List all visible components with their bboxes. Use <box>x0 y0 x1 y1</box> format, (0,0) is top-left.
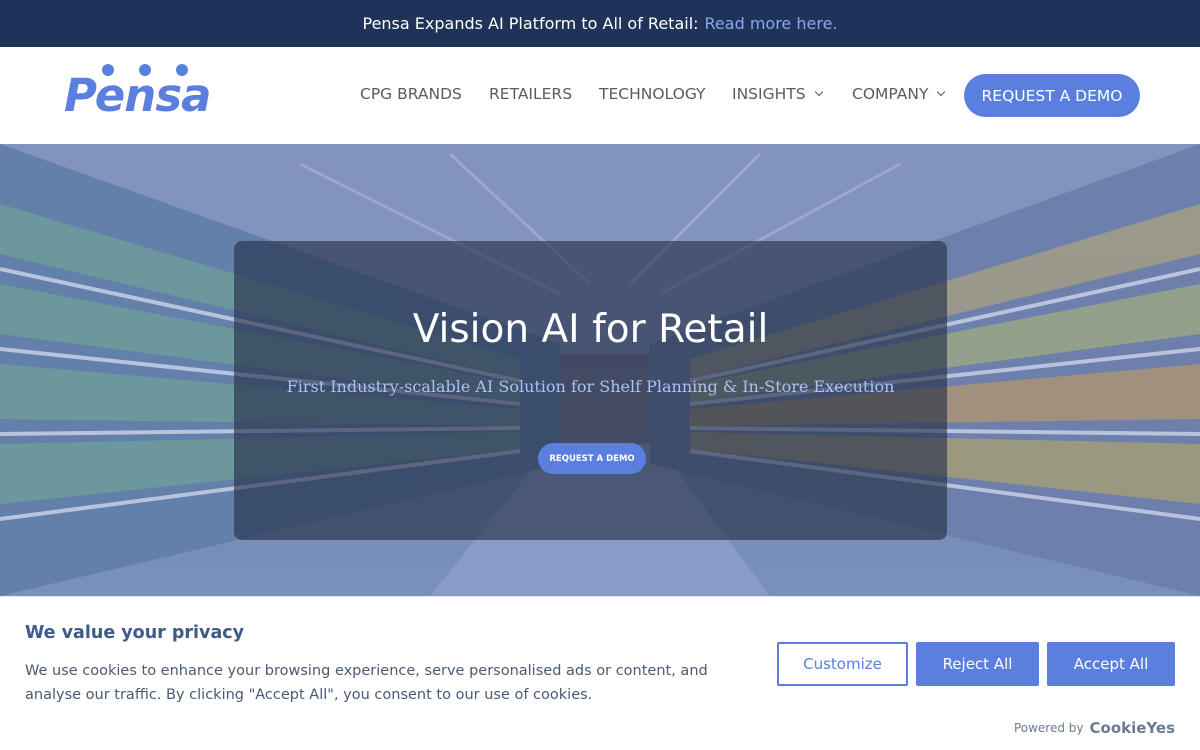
announcement-link[interactable]: Read more here. <box>705 14 838 33</box>
cookie-banner: We value your privacy We use cookies to … <box>0 596 1200 750</box>
announcement-bar: Pensa Expands AI Platform to All of Reta… <box>0 0 1200 47</box>
request-demo-button[interactable]: REQUEST A DEMO <box>964 74 1140 117</box>
chevron-down-icon <box>937 87 946 97</box>
nav-cpg-brands[interactable]: CPG BRANDS <box>360 85 462 103</box>
nav-label: INSIGHTS <box>732 85 806 103</box>
logo-wordmark: Pensa <box>64 69 211 122</box>
chevron-down-icon <box>814 87 823 97</box>
hero-subtitle: First Industry-scalable AI Solution for … <box>286 377 895 396</box>
cookie-title: We value your privacy <box>25 623 245 643</box>
nav-retailers[interactable]: RETAILERS <box>489 85 572 103</box>
cookie-text: We use cookies to enhance your browsing … <box>25 663 708 703</box>
announcement-text: Pensa Expands AI Platform to All of Reta… <box>362 14 699 33</box>
powered-by: Powered by CookieYes <box>1014 719 1175 737</box>
cookieyes-logo[interactable]: CookieYes <box>1090 719 1176 737</box>
site-header: Pensa CPG BRANDS RETAILERS TECHNOLOGY IN… <box>0 47 1200 144</box>
hero-title: Vision AI for Retail <box>412 307 769 352</box>
nav-technology[interactable]: TECHNOLOGY <box>599 85 706 103</box>
hero-request-demo-button[interactable]: REQUEST A DEMO <box>538 443 646 474</box>
nav-label: CPG BRANDS <box>360 85 462 103</box>
nav-label: TECHNOLOGY <box>599 85 706 103</box>
hero-card: Vision AI for Retail First Industry-scal… <box>234 241 947 540</box>
powered-by-label: Powered by <box>1013 721 1084 735</box>
hero-section: Vision AI for Retail First Industry-scal… <box>0 144 1200 596</box>
accept-all-button[interactable]: Accept All <box>1047 642 1175 686</box>
nav-company[interactable]: COMPANY <box>852 85 946 103</box>
nav-insights[interactable]: INSIGHTS <box>732 85 823 103</box>
logo[interactable]: Pensa <box>64 63 211 123</box>
reject-all-button[interactable]: Reject All <box>916 642 1039 686</box>
nav-label: RETAILERS <box>489 85 573 103</box>
nav-label: COMPANY <box>852 85 929 103</box>
customize-button[interactable]: Customize <box>777 642 908 686</box>
